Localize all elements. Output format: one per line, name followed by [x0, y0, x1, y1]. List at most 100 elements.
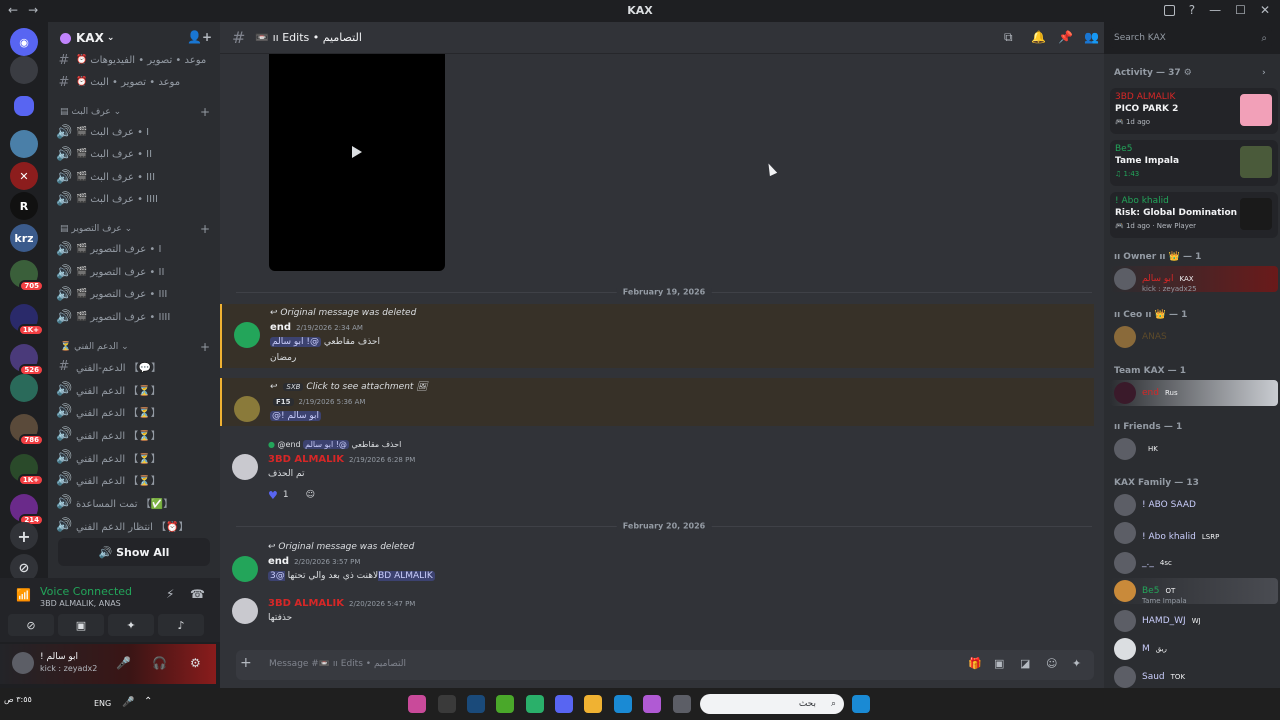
add-server-icon[interactable]: +	[10, 522, 38, 550]
voice-channel-item[interactable]: 🔊 الدعم الفني 【⏳】	[56, 447, 212, 467]
voice-channel-item[interactable]: 🔊 🎬 عرف البث • II	[56, 144, 212, 164]
chevron-up-icon[interactable]: ⌃	[144, 696, 152, 707]
screen-share-button[interactable]: ▣	[58, 614, 104, 636]
voice-channel-item[interactable]: 🔊 الدعم الفني 【⏳】	[56, 469, 212, 489]
voice-channel-item[interactable]: 🔊 🎬 عرف التصوير • III	[56, 284, 212, 304]
message[interactable]: ↩ SXB Click to see attachment 🖼 F15 2/19/…	[220, 378, 1094, 426]
voice-channel-item[interactable]: 🔊 انتظار الدعم الفني 【⏰】	[56, 515, 212, 535]
microphone-icon[interactable]: 🎤	[116, 656, 131, 670]
channel-item[interactable]: # ⏰ موعد • تصوير • البث	[56, 72, 212, 92]
server-folder[interactable]: 1K+	[10, 454, 44, 486]
member-item[interactable]: ANAS	[1110, 324, 1278, 350]
avatar[interactable]	[232, 454, 258, 480]
message-input[interactable]: + Message #📼 ıı Edits • التصاميم 🎁 ▣ ◪ ☺…	[236, 650, 1094, 680]
soundboard-button[interactable]: ♪	[158, 614, 204, 636]
server-avatar[interactable]	[10, 56, 38, 84]
message[interactable]: ● @end احذف مقاطعي @! ابو سالم 3BD ALMAL…	[220, 436, 1094, 510]
language-indicator[interactable]: ENG	[94, 699, 111, 708]
add-channel-icon[interactable]: +	[200, 105, 210, 119]
member-item[interactable]: Saud TOK	[1110, 664, 1278, 688]
voice-channel-item[interactable]: 🔊 الدعم الفني 【⏳】	[56, 424, 212, 444]
author-name[interactable]: end 2/19/2026 2:34 AM	[270, 322, 363, 333]
message[interactable]: ↩ Original message was deleted end 2/19/2…	[220, 304, 1094, 368]
folder-icon[interactable]	[14, 96, 34, 116]
server-folder[interactable]	[10, 374, 38, 402]
app-icon[interactable]	[496, 695, 514, 713]
author-name[interactable]: F15 2/19/2026 5:36 AM	[270, 396, 365, 407]
voice-channel-item[interactable]: 🔊 الدعم الفني 【⏳】	[56, 379, 212, 399]
member-item[interactable]: ! ABO SAAD	[1110, 492, 1278, 518]
discord-icon[interactable]	[555, 695, 573, 713]
minimize-button[interactable]: —	[1209, 3, 1221, 17]
emoji-icon[interactable]: ☺	[1046, 657, 1057, 670]
video-attachment[interactable]	[269, 54, 445, 271]
taskbar-search[interactable]: بحث ⌕	[700, 694, 844, 714]
reaction[interactable]: ♥ 1 ☺	[268, 487, 315, 503]
voice-channel-item[interactable]: 🔊 🎬 عرف البث • III	[56, 167, 212, 187]
server-folder[interactable]: 1K+	[10, 304, 44, 336]
sticker-icon[interactable]: ◪	[1020, 657, 1030, 670]
discord-home-icon[interactable]: ◉	[10, 28, 38, 56]
add-channel-icon[interactable]: +	[200, 222, 210, 236]
server-krz[interactable]: krz	[10, 224, 38, 252]
show-all-button[interactable]: 🔊 Show All	[58, 538, 210, 566]
member-item[interactable]: ابو سالم KAX kick : zeyadx25	[1110, 266, 1278, 293]
folder-icon[interactable]	[584, 695, 602, 713]
apps-icon[interactable]: ✦	[1072, 657, 1081, 670]
server-avatar[interactable]	[10, 130, 38, 158]
members-icon[interactable]: 👥	[1084, 30, 1099, 44]
gift-icon[interactable]: 🎁	[968, 657, 982, 670]
avatar[interactable]	[234, 322, 260, 348]
clock[interactable]: ٣:٥٥ ص	[4, 695, 32, 704]
voice-channel-item[interactable]: 🔊 🎬 عرف التصوير • II	[56, 262, 212, 282]
edge-icon[interactable]	[614, 695, 632, 713]
steam-icon[interactable]	[467, 695, 485, 713]
member-item[interactable]: HK	[1110, 436, 1278, 462]
server-folder[interactable]: 786	[10, 414, 44, 446]
server-folder[interactable]: 705	[10, 260, 44, 292]
add-channel-icon[interactable]: +	[200, 340, 210, 354]
microphone-icon[interactable]: 🎤	[122, 697, 134, 708]
app-icon[interactable]	[526, 695, 544, 713]
chevron-right-icon[interactable]: ›	[1262, 68, 1266, 78]
voice-status[interactable]: Voice Connected	[40, 585, 132, 598]
activity-card[interactable]: 3BD ALMALIK PICO PARK 2 🎮 1d ago	[1110, 88, 1278, 134]
voice-channel-item[interactable]: 🔊 🎬 عرف البث • I	[56, 122, 212, 142]
voice-channel-item[interactable]: 🔊 🎬 عرف التصوير • I	[56, 239, 212, 259]
server-r[interactable]: R	[10, 192, 38, 220]
add-reaction-icon[interactable]: ☺	[306, 490, 315, 500]
message[interactable]: ↩ Original message was deleted end 2/20/2…	[220, 538, 1094, 588]
category-header[interactable]: ▤ عرف التصوير ⌄ +	[60, 221, 210, 237]
threads-icon[interactable]: ⧉	[1004, 30, 1013, 45]
inbox-icon[interactable]	[1163, 5, 1175, 16]
category-header[interactable]: ⏳ الدعم الفني ⌄ +	[60, 339, 210, 355]
search-input[interactable]: Search KAX ⌕	[1110, 28, 1272, 48]
app-icon[interactable]	[438, 695, 456, 713]
maximize-button[interactable]: ☐	[1235, 3, 1246, 17]
voice-channel-item[interactable]: 🔊 🎬 عرف التصوير • IIII	[56, 307, 212, 327]
close-button[interactable]: ✕	[1260, 3, 1270, 17]
voice-channel-item[interactable]: 🔊 🎬 عرف البث • IIII	[56, 189, 212, 209]
channel-item[interactable]: # ⏰ موعد • تصوير • الفيديوهات	[56, 50, 212, 70]
gif-icon[interactable]: ▣	[994, 657, 1004, 670]
windows-start-icon[interactable]	[852, 695, 870, 713]
channel-item[interactable]: # الدعم-الفني 【💬】	[56, 356, 212, 376]
reply-preview[interactable]: ↩ SXB Click to see attachment 🖼	[270, 382, 428, 392]
member-item[interactable]: _._ 4sc	[1110, 550, 1278, 576]
reply-preview[interactable]: ● @end احذف مقاطعي @! ابو سالم	[268, 440, 401, 449]
member-item[interactable]: ! Abo khalid LSRP	[1110, 520, 1278, 546]
app-icon[interactable]	[673, 695, 691, 713]
disconnect-icon[interactable]: ☎	[190, 587, 205, 601]
activities-button[interactable]: ✦	[108, 614, 154, 636]
camera-off-button[interactable]: ⊘	[8, 614, 54, 636]
avatar[interactable]	[232, 598, 258, 624]
activity-card[interactable]: Be5 Tame Impala ♫ 1:43	[1110, 140, 1278, 186]
message[interactable]: 3BD ALMALIK 2/20/2026 5:47 PM حذفتها	[220, 594, 1094, 630]
avatar[interactable]	[12, 652, 34, 674]
category-header[interactable]: ▤ عرف البث ⌄ +	[60, 104, 210, 120]
signal-icon[interactable]: 📶	[16, 588, 31, 602]
attach-icon[interactable]: +	[240, 655, 252, 671]
author-name[interactable]: 3BD ALMALIK 2/19/2026 6:28 PM	[268, 454, 415, 465]
reply-preview[interactable]: ↩ Original message was deleted	[268, 542, 414, 552]
app-icon[interactable]	[408, 695, 426, 713]
